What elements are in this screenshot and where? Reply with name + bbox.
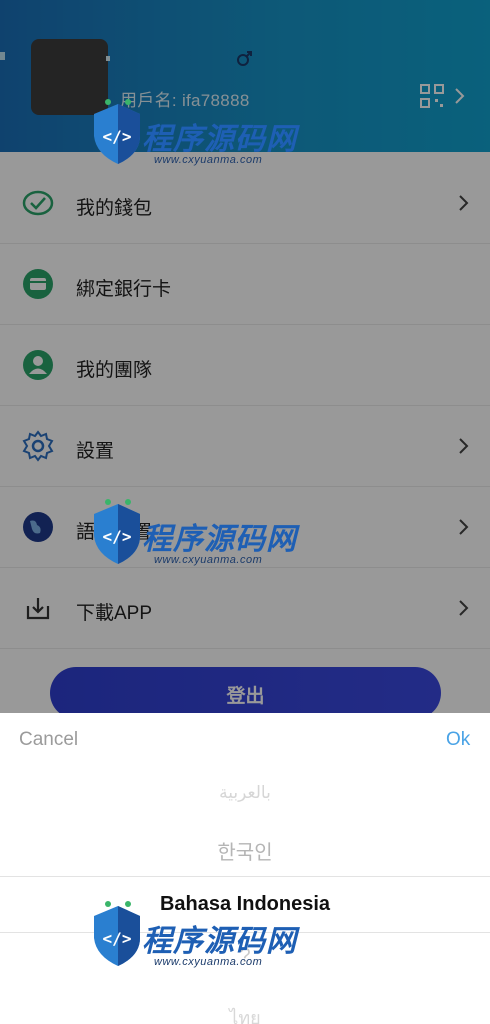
svg-text:</>: </> — [103, 929, 132, 948]
selection-divider — [0, 876, 490, 877]
svg-text:</>: </> — [103, 527, 132, 546]
watermark-logo-icon: </> — [94, 499, 140, 564]
ok-button[interactable]: Ok — [446, 729, 470, 751]
watermark-brand: 程序源码网 — [142, 523, 297, 556]
watermark: </> 程序源码网 www.cxyuanma.com — [88, 898, 298, 993]
watermark-logo-icon: </> — [94, 901, 140, 966]
watermark-url: www.cxyuanma.com — [154, 956, 263, 968]
watermark: </> 程序源码网 www.cxyuanma.com — [88, 496, 298, 591]
watermark: </> 程序源码网 www.cxyuanma.com — [88, 96, 298, 191]
picker-option[interactable]: بالعربية — [0, 783, 490, 803]
watermark-brand: 程序源码网 — [142, 123, 297, 156]
picker-option[interactable]: ไทย — [0, 1003, 490, 1024]
watermark-logo-icon: </> — [94, 99, 140, 164]
watermark-brand: 程序源码网 — [142, 925, 297, 958]
picker-option[interactable]: 한국인 — [0, 836, 490, 865]
watermark-url: www.cxyuanma.com — [154, 554, 263, 566]
cancel-button[interactable]: Cancel — [19, 729, 78, 751]
watermark-url: www.cxyuanma.com — [154, 154, 263, 166]
svg-text:</>: </> — [103, 127, 132, 146]
